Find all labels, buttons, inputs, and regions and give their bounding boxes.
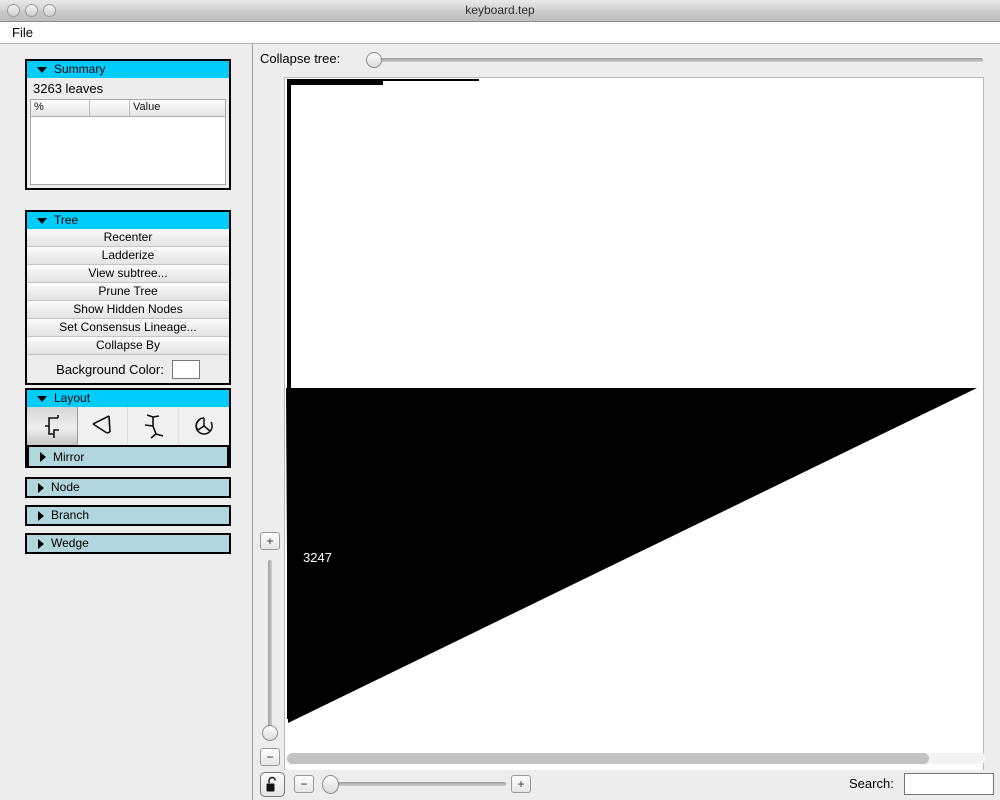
branch-section: Branch [25,505,231,526]
circular-layout-icon[interactable] [178,407,229,445]
branch-section-label: Branch [51,508,90,522]
zoom-out-button[interactable]: − [294,775,314,793]
chevron-right-icon [38,510,44,521]
wedge-section-header[interactable]: Wedge [25,533,231,554]
layout-panel: Layout Mirror [25,388,231,468]
summary-panel-header[interactable]: Summary [25,59,231,78]
phylogenetic-tree-canvas[interactable]: 3247 [285,78,983,778]
layout-panel-title: Layout [54,391,91,405]
window-title: keyboard.tep [465,3,535,17]
prune-tree-button[interactable]: Prune Tree [27,283,229,301]
collapse-tree-slider-track[interactable] [372,58,983,62]
tree-panel-header[interactable]: Tree [25,210,231,229]
menu-file[interactable]: File [8,22,37,44]
rectangular-layout-icon[interactable] [27,407,78,445]
collapse-tree-toolbar: Collapse tree: [254,44,1000,74]
mirror-label: Mirror [53,449,85,464]
vertical-zoom-in-button[interactable]: + [260,532,280,550]
zoom-in-button[interactable]: + [511,775,531,793]
search-input[interactable] [904,773,994,795]
node-section-label: Node [51,480,80,494]
column-header-blank[interactable] [90,100,130,116]
collapsed-clade-label: 3247 [303,550,332,565]
horizontal-scrollbar-thumb[interactable] [287,753,929,764]
zoom-slider-thumb[interactable] [322,775,339,794]
radial-layout-icon[interactable] [128,407,179,445]
bottom-toolbar: − + Search: [254,770,1000,800]
summary-table-header-row: % Value [31,100,225,117]
mirror-section-header[interactable]: Mirror [27,447,229,468]
background-color-label: Background Color: [56,361,164,377]
summary-panel-body: 3263 leaves % Value [25,78,231,190]
background-color-swatch[interactable] [171,359,200,379]
layout-panel-header[interactable]: Layout [25,388,231,407]
application-window: keyboard.tep File Summary 3263 leaves % … [0,0,1000,800]
chevron-down-icon [37,395,47,402]
vertical-zoom-out-button[interactable]: − [260,748,280,766]
summary-panel-title: Summary [54,62,106,76]
node-section-header[interactable]: Node [25,477,231,498]
vertical-zoom-slider-thumb[interactable] [262,725,278,741]
chevron-right-icon [38,482,44,493]
column-header-value[interactable]: Value [130,100,225,116]
collapse-by-button[interactable]: Collapse By [27,337,229,355]
chevron-down-icon [37,217,47,224]
set-consensus-lineage-button[interactable]: Set Consensus Lineage... [27,319,229,337]
summary-panel: Summary 3263 leaves % Value [25,59,231,190]
branch-section-header[interactable]: Branch [25,505,231,526]
view-subtree-button[interactable]: View subtree... [27,265,229,283]
slanted-layout-icon[interactable] [77,407,128,445]
chevron-right-icon [40,451,46,462]
leaf-count-label: 3263 leaves [27,78,229,99]
show-hidden-nodes-button[interactable]: Show Hidden Nodes [27,301,229,319]
node-section: Node [25,477,231,498]
background-color-row: Background Color: [27,355,229,383]
tree-panel: Tree Recenter Ladderize View subtree... … [25,210,231,385]
vertical-zoom-slider-track[interactable] [268,560,272,734]
layout-mode-group [27,407,229,447]
chevron-down-icon [37,66,47,73]
zoom-slider-track[interactable] [338,782,506,786]
collapse-tree-label: Collapse tree: [260,51,341,66]
menu-bar: File [0,22,1000,44]
search-label: Search: [849,776,894,791]
ladderize-button[interactable]: Ladderize [27,247,229,265]
unlock-icon[interactable] [260,772,285,797]
tree-panel-title: Tree [54,213,79,227]
recenter-button[interactable]: Recenter [27,229,229,247]
column-header-percent[interactable]: % [31,100,91,116]
wedge-section: Wedge [25,533,231,554]
collapse-tree-slider-thumb[interactable] [366,52,382,68]
summary-table[interactable]: % Value [30,99,226,185]
title-bar: keyboard.tep [0,0,1000,22]
tree-canvas-container[interactable]: 3247 [284,77,984,779]
layout-panel-body: Mirror [25,407,231,468]
tree-panel-body: Recenter Ladderize View subtree... Prune… [25,229,231,385]
main-area: Collapse tree: 3247 + − − + Search: [254,44,1000,800]
chevron-right-icon [38,538,44,549]
sidebar: Summary 3263 leaves % Value Tree Recente… [0,44,253,800]
wedge-section-label: Wedge [51,536,89,550]
